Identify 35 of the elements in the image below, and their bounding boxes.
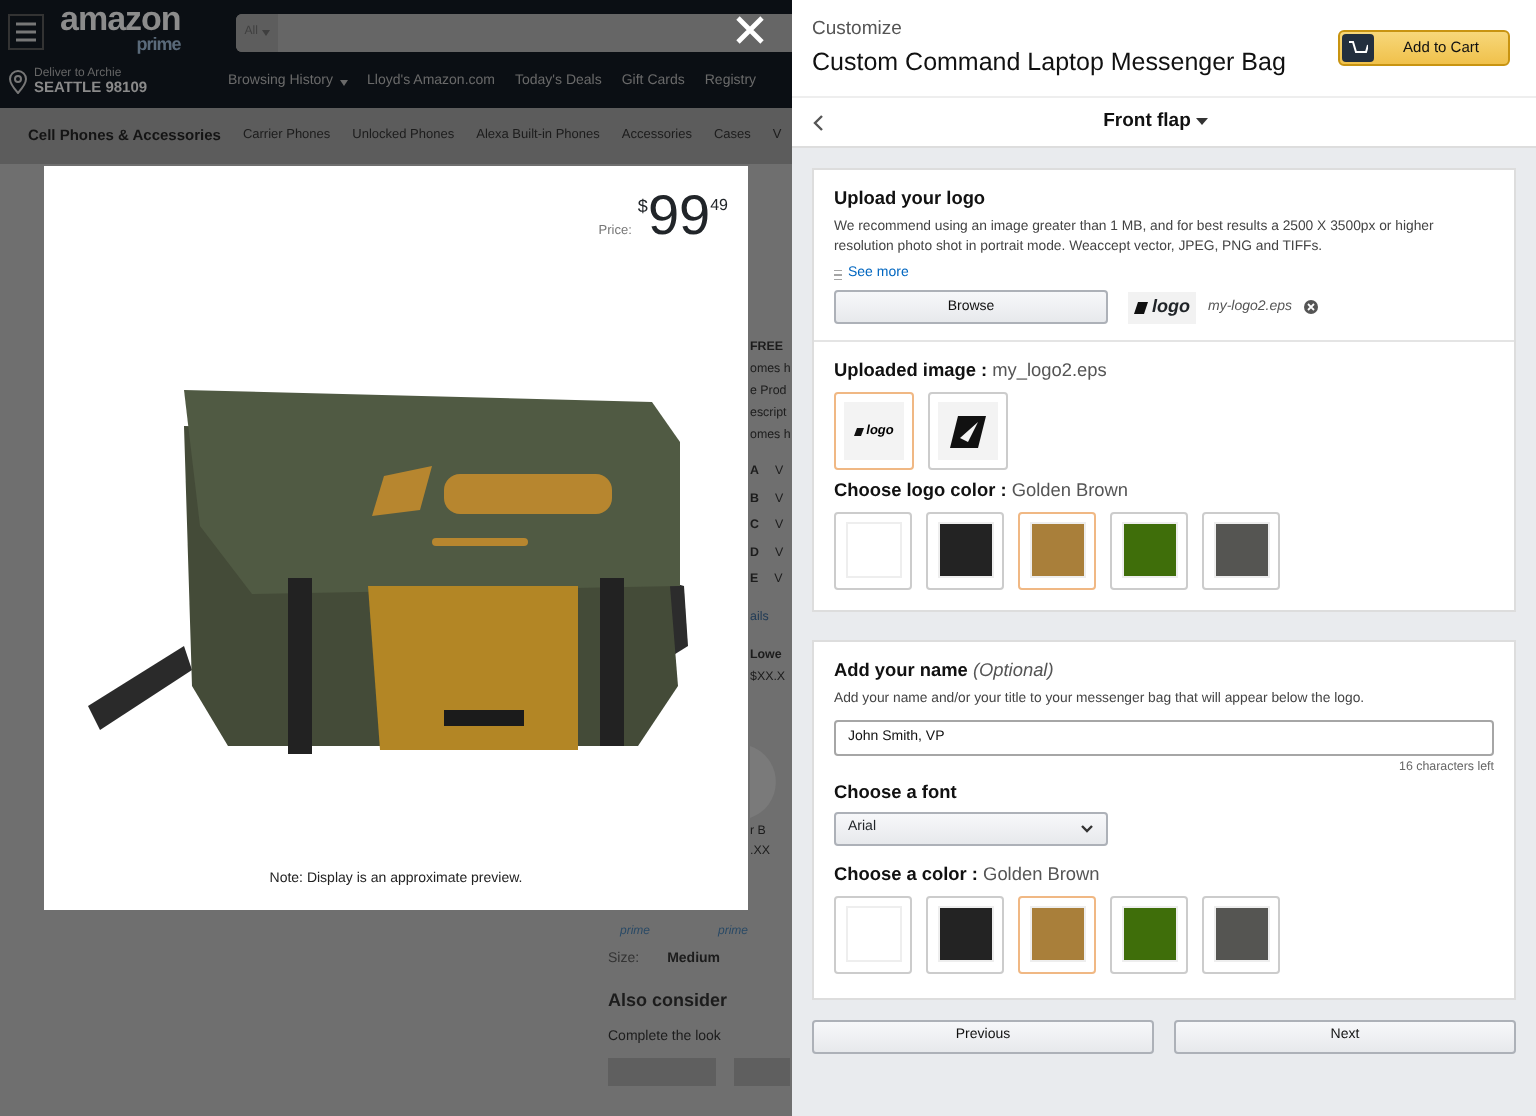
chevron-down-icon	[1080, 823, 1094, 834]
field-label: Uploaded image : my_logo2.eps	[834, 358, 1109, 385]
field-label: Add your name (Optional)	[834, 657, 1056, 684]
location-pin-icon	[8, 70, 28, 94]
field-label: Choose logo color : Golden Brown	[834, 478, 1131, 505]
menu-icon[interactable]	[8, 14, 44, 50]
logo-preview: logo	[1128, 292, 1196, 324]
back-icon[interactable]	[812, 113, 824, 131]
color-swatch[interactable]	[926, 511, 1004, 590]
cart-icon	[1348, 40, 1368, 56]
close-icon	[736, 16, 764, 44]
caret-icon	[1196, 118, 1209, 126]
color-swatch[interactable]	[1202, 511, 1280, 590]
panel-eyebrow: Customize	[812, 15, 904, 43]
product-thumbnail[interactable]	[734, 1057, 790, 1085]
caret-icon	[339, 79, 348, 85]
color-swatch[interactable]	[1202, 895, 1280, 974]
color-swatch[interactable]	[834, 895, 912, 974]
remove-icon[interactable]	[1304, 300, 1319, 315]
section-heading: Also consider	[608, 989, 728, 1009]
section-heading: Upload your logo	[834, 186, 988, 212]
logo-symbol-icon	[950, 415, 986, 448]
color-swatch[interactable]	[834, 511, 912, 590]
panel-title: Custom Command Laptop Messenger Bag	[812, 45, 1286, 80]
store-logo[interactable]: amazon prime	[60, 6, 181, 58]
logo-thumbnail[interactable]	[928, 392, 1008, 471]
color-swatch[interactable]	[1018, 511, 1096, 590]
field-label: Choose a font	[834, 779, 959, 806]
color-swatch[interactable]	[926, 895, 1004, 974]
logo-mark-icon	[1134, 301, 1148, 314]
color-swatch[interactable]	[1018, 895, 1096, 974]
color-swatch[interactable]	[1110, 511, 1188, 590]
field-label: Choose a color : Golden Brown	[834, 861, 1102, 888]
logo-mark-icon	[854, 427, 865, 436]
color-swatch[interactable]	[1110, 895, 1188, 974]
